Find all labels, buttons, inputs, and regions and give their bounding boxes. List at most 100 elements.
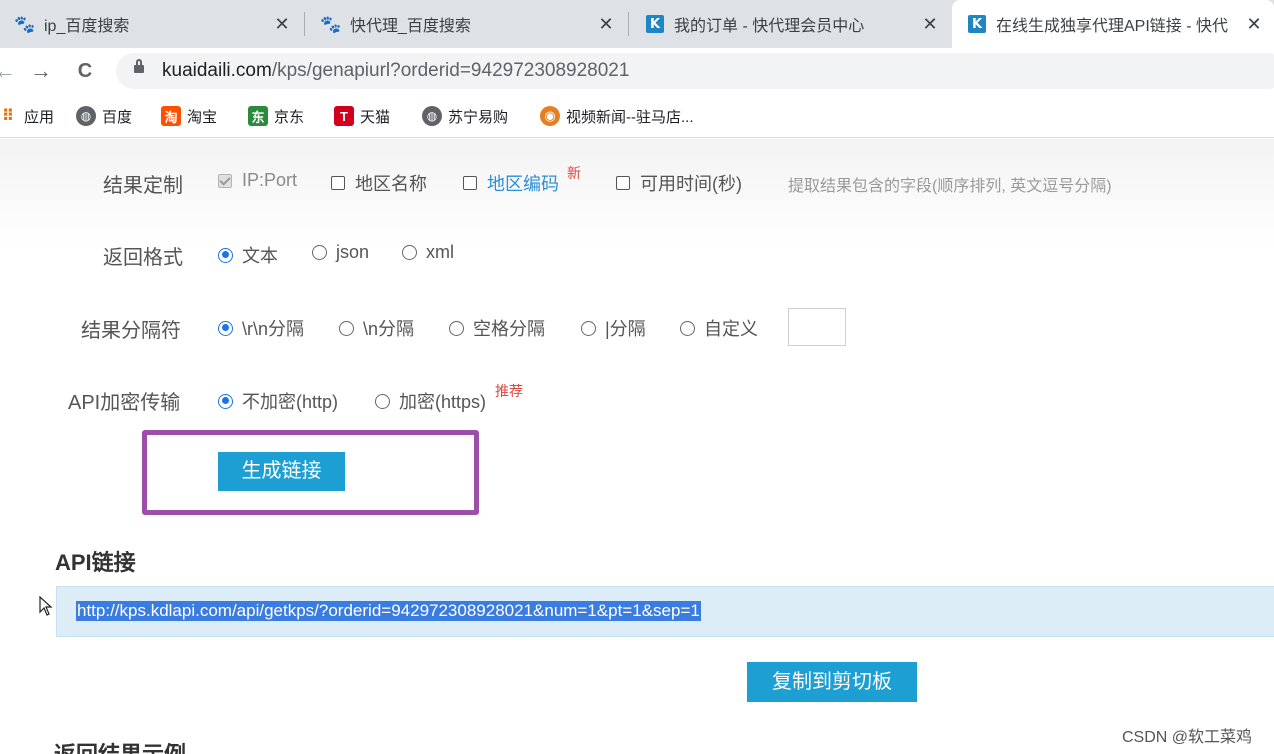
close-icon[interactable]: ✕ [596, 14, 616, 35]
separator-label: 结果分隔符 [81, 320, 181, 342]
bookmark-apps[interactable]: ⠿ 应用 [0, 104, 54, 128]
separator-space-radio[interactable]: 空格分隔 [449, 315, 545, 341]
bookmark-baidu[interactable]: ◍ 百度 [76, 104, 132, 128]
globe-icon: ◍ [422, 106, 442, 126]
taobao-icon: 淘 [161, 106, 181, 126]
option-label: 加密(https) [399, 392, 487, 412]
tab-strip: 🐾 ip_百度搜索 ✕ 🐾 快代理_百度搜索 ✕ K 我的订单 - 快代理会员中… [0, 0, 1274, 48]
jd-icon: 东 [248, 106, 268, 126]
globe-icon: ◍ [76, 106, 96, 126]
bookmark-label: 视频新闻--驻马店... [566, 108, 694, 126]
tab-title: 快代理_百度搜索 [350, 18, 471, 35]
reload-icon[interactable]: C [70, 56, 100, 86]
radio-icon [312, 245, 327, 260]
checkbox-icon [218, 173, 232, 188]
radio-icon [680, 320, 695, 336]
radio-icon [449, 320, 464, 336]
tab-api-link-active[interactable]: K 在线生成独享代理API链接 - 快代 ✕ [952, 0, 1274, 48]
separator-pipe-radio[interactable]: |分隔 [581, 315, 646, 341]
radio-icon [339, 320, 354, 336]
tab-title: 我的订单 - 快代理会员中心 [674, 18, 865, 35]
bookmark-jd[interactable]: 东 京东 [248, 104, 304, 128]
radio-icon [218, 247, 233, 263]
option-label: 地区编码 [487, 174, 559, 194]
field-region-name-checkbox[interactable]: 地区名称 [331, 170, 427, 196]
bookmarks-bar: ⠿ 应用 ◍ 百度 淘 淘宝 东 京东 T 天猫 ◍ 苏宁易购 ◉ 视频新闻--… [0, 94, 1274, 138]
close-icon[interactable]: ✕ [920, 14, 940, 35]
bookmark-taobao[interactable]: 淘 淘宝 [161, 104, 217, 128]
format-xml-radio[interactable]: xml [402, 242, 454, 263]
url-text[interactable]: kuaidaili.com/kps/genapiurl?orderid=9429… [162, 60, 629, 82]
close-icon[interactable]: ✕ [1244, 14, 1264, 35]
checkbox-icon [616, 176, 630, 190]
back-arrow-icon[interactable]: ← [0, 56, 20, 86]
apps-grid-icon: ⠿ [1, 108, 15, 125]
result-example-title: 返回结果示例 [54, 737, 186, 754]
custom-separator-input[interactable] [788, 308, 846, 346]
option-label: |分隔 [605, 319, 646, 339]
option-label: 文本 [242, 246, 278, 266]
checkbox-icon [463, 176, 477, 190]
api-url-text[interactable]: http://kps.kdlapi.com/api/getkps/?orderi… [76, 601, 701, 621]
tab-my-orders[interactable]: K 我的订单 - 快代理会员中心 ✕ [630, 0, 950, 48]
option-label: 可用时间(秒) [640, 174, 742, 194]
address-bar[interactable]: kuaidaili.com/kps/genapiurl?orderid=9429… [116, 53, 1274, 89]
option-label: 地区名称 [355, 174, 427, 194]
tmall-icon: T [334, 106, 354, 126]
encryption-https-radio[interactable]: 加密(https) [375, 388, 486, 414]
format-json-radio[interactable]: json [312, 242, 369, 263]
format-label: 返回格式 [103, 247, 183, 269]
url-host: kuaidaili.com [162, 60, 272, 81]
field-ip-port-checkbox[interactable]: IP:Port [218, 170, 297, 191]
format-text-radio[interactable]: 文本 [218, 242, 278, 268]
page-content: 结果定制 IP:Port 地区名称 地区编码 新 可用时间(秒) 提取结果包含的… [0, 139, 1274, 754]
separator-lf-radio[interactable]: \n分隔 [339, 315, 414, 341]
radio-icon [218, 393, 233, 409]
baidu-paw-icon: 🐾 [320, 14, 342, 34]
bookmark-suning[interactable]: ◍ 苏宁易购 [422, 104, 508, 128]
separator-custom-radio[interactable]: 自定义 [680, 315, 758, 341]
bookmark-tmall[interactable]: T 天猫 [334, 104, 390, 128]
csdn-watermark: CSDN @软工菜鸡 [1122, 729, 1253, 746]
close-icon[interactable]: ✕ [272, 14, 292, 35]
new-badge: 新 [567, 165, 581, 181]
mouse-cursor-icon [39, 596, 53, 616]
lock-icon[interactable] [134, 59, 144, 76]
bookmark-video-news[interactable]: ◉ 视频新闻--驻马店... [540, 104, 694, 128]
option-label: json [336, 242, 370, 262]
bookmark-label: 苏宁易购 [448, 108, 509, 126]
generate-link-button[interactable]: 生成链接 [218, 452, 345, 491]
bookmark-label: 百度 [102, 108, 133, 126]
radio-icon [581, 320, 596, 336]
field-region-code-checkbox[interactable]: 地区编码 [463, 170, 559, 196]
checkbox-icon [331, 176, 345, 190]
option-label: 不加密(http) [242, 392, 339, 412]
forward-arrow-icon[interactable]: → [26, 56, 56, 86]
bookmark-label: 天猫 [360, 108, 391, 126]
tab-ip-baidu[interactable]: 🐾 ip_百度搜索 ✕ [0, 0, 302, 48]
bookmark-label: 应用 [24, 108, 55, 126]
result-fields-label: 结果定制 [103, 175, 183, 197]
tab-divider [628, 12, 629, 36]
option-label: \r\n分隔 [242, 319, 305, 339]
option-label: \n分隔 [363, 319, 415, 339]
kuaidaili-k-icon: K [968, 15, 986, 33]
api-link-box[interactable]: http://kps.kdlapi.com/api/getkps/?orderi… [56, 586, 1274, 637]
encryption-label: API加密传输 [68, 392, 181, 414]
kuaidaili-k-icon: K [646, 15, 664, 33]
tab-divider [304, 12, 305, 36]
field-available-time-checkbox[interactable]: 可用时间(秒) [616, 170, 742, 196]
copy-to-clipboard-button[interactable]: 复制到剪切板 [747, 662, 917, 702]
radio-icon [375, 393, 390, 409]
baidu-paw-icon: 🐾 [14, 14, 36, 34]
radio-icon [402, 245, 417, 260]
radio-icon [218, 320, 233, 336]
url-path: /kps/genapiurl?orderid=942972308928021 [271, 60, 630, 81]
tab-title: 在线生成独享代理API链接 - 快代 [996, 18, 1229, 35]
tab-kuaidaili-baidu[interactable]: 🐾 快代理_百度搜索 ✕ [306, 0, 626, 48]
api-link-title: API链接 [55, 550, 136, 575]
separator-crlf-radio[interactable]: \r\n分隔 [218, 315, 304, 341]
result-fields-hint: 提取结果包含的字段(顺序排列, 英文逗号分隔) [788, 178, 1112, 195]
encryption-http-radio[interactable]: 不加密(http) [218, 388, 338, 414]
navigation-bar: ← → C kuaidaili.com/kps/genapiurl?orderi… [0, 48, 1274, 94]
